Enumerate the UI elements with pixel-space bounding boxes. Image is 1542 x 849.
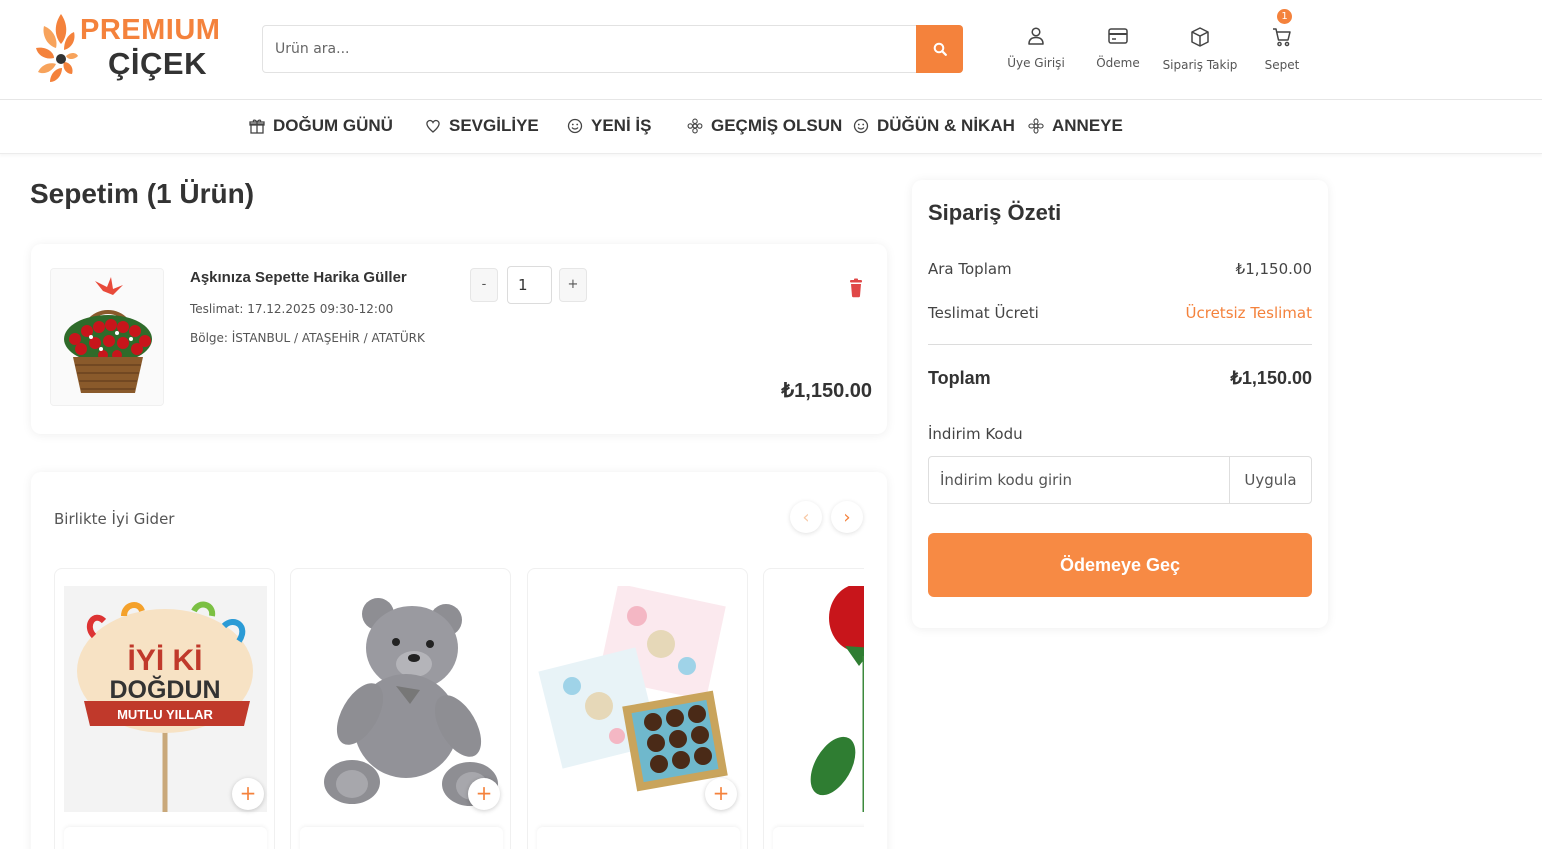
discount-code-input[interactable] bbox=[929, 457, 1231, 503]
quantity-increase-button[interactable]: + bbox=[559, 268, 587, 302]
order-summary-card: Sipariş Özeti Ara Toplam ₺1,150.00 Tesli… bbox=[912, 180, 1328, 628]
user-icon bbox=[1028, 27, 1044, 45]
product-image[interactable]: İYİ Kİ DOĞDUN MUTLU YILLAR bbox=[64, 586, 267, 812]
search-button[interactable] bbox=[916, 25, 963, 73]
flower-icon bbox=[687, 118, 703, 134]
chocolate-box-image bbox=[537, 586, 740, 812]
category-nav: DOĞUM GÜNÜ SEVGİLİYE YENİ İŞ GEÇMİŞ OLSU… bbox=[0, 100, 1542, 154]
nav-label-new-job: YENİ İŞ bbox=[591, 116, 652, 135]
nav-item-mother[interactable]: ANNEYE bbox=[1028, 116, 1123, 136]
product-image[interactable] bbox=[50, 268, 164, 406]
payment-link[interactable]: Ödeme bbox=[1073, 26, 1163, 70]
product-name[interactable]: Aşkınıza Sepette Harika Güller bbox=[190, 269, 407, 286]
search-input[interactable] bbox=[263, 26, 917, 72]
flower-logo-icon bbox=[36, 14, 78, 82]
cart-count-badge: 1 bbox=[1277, 9, 1292, 24]
search-icon bbox=[933, 42, 947, 56]
red-rose-image bbox=[773, 586, 864, 812]
trash-icon bbox=[850, 278, 862, 298]
remove-item-button[interactable] bbox=[847, 278, 865, 302]
shipping-row: Teslimat Ücreti Ücretsiz Teslimat bbox=[928, 304, 1312, 322]
carousel-next-button[interactable]: › bbox=[831, 501, 863, 533]
cart-label: Sepet bbox=[1264, 58, 1300, 72]
site-header: PREMIUM ÇİÇEK Üye Girişi Ödeme S bbox=[0, 0, 1542, 100]
checkout-button[interactable]: Ödemeye Geç bbox=[928, 533, 1312, 597]
logo[interactable]: PREMIUM ÇİÇEK bbox=[34, 10, 234, 86]
nav-label-mother: ANNEYE bbox=[1052, 116, 1123, 135]
nav-item-lover[interactable]: SEVGİLİYE bbox=[425, 116, 539, 136]
topper-line-2: DOĞDUN bbox=[109, 675, 220, 704]
logo-text-cicek: ÇİÇEK bbox=[108, 46, 207, 81]
item-price: ₺1,150.00 bbox=[781, 380, 872, 402]
delivery-info: Teslimat: 17.12.2025 09:30-12:00 bbox=[190, 302, 394, 316]
subtotal-label: Ara Toplam bbox=[928, 260, 1012, 278]
nav-label-birthday: DOĞUM GÜNÜ bbox=[273, 116, 393, 135]
summary-divider bbox=[928, 344, 1312, 345]
discount-code-label: İndirim Kodu bbox=[928, 425, 1023, 443]
login-link[interactable]: Üye Girişi bbox=[991, 26, 1081, 70]
product-image[interactable] bbox=[537, 586, 740, 812]
cart-item-card: Aşkınıza Sepette Harika Güller Teslimat:… bbox=[31, 244, 887, 434]
total-row: Toplam ₺1,150.00 bbox=[928, 368, 1312, 389]
gift-icon bbox=[249, 119, 265, 134]
flower-icon bbox=[1028, 118, 1044, 134]
product-carousel: İYİ Kİ DOĞDUN MUTLU YILLAR + + + bbox=[54, 568, 864, 849]
order-summary-title: Sipariş Özeti bbox=[928, 200, 1062, 225]
nav-item-birthday[interactable]: DOĞUM GÜNÜ bbox=[249, 116, 393, 136]
page-title: Sepetim (1 Ürün) bbox=[30, 178, 255, 209]
nav-label-lover: SEVGİLİYE bbox=[449, 116, 539, 135]
product-info bbox=[537, 827, 740, 849]
total-label: Toplam bbox=[928, 368, 991, 388]
add-to-cart-button[interactable]: + bbox=[468, 778, 500, 810]
apply-discount-button[interactable]: Uygula bbox=[1229, 457, 1311, 503]
shipping-value: Ücretsiz Teslimat bbox=[1185, 304, 1312, 322]
add-to-cart-button[interactable]: + bbox=[705, 778, 737, 810]
recommendations-card: Birlikte İyi Gider ‹ › İYİ Kİ DOĞDUN MUT… bbox=[31, 472, 887, 849]
add-to-cart-button[interactable]: + bbox=[232, 778, 264, 810]
product-card[interactable] bbox=[763, 568, 864, 849]
product-info bbox=[64, 827, 267, 849]
product-image[interactable] bbox=[773, 586, 864, 812]
carousel-prev-button[interactable]: ‹ bbox=[790, 501, 822, 533]
product-card[interactable]: + bbox=[290, 568, 511, 849]
payment-label: Ödeme bbox=[1096, 56, 1140, 70]
nav-label-wedding: DÜĞÜN & NİKAH bbox=[877, 116, 1015, 135]
nav-item-wedding[interactable]: DÜĞÜN & NİKAH bbox=[853, 116, 1015, 136]
nav-item-new-job[interactable]: YENİ İŞ bbox=[567, 116, 651, 136]
heart-icon bbox=[426, 119, 440, 133]
search-bar bbox=[262, 25, 963, 73]
birthday-topper-image: İYİ Kİ DOĞDUN MUTLU YILLAR bbox=[64, 586, 267, 812]
cart-link[interactable]: Sepet bbox=[1237, 26, 1327, 72]
product-card[interactable]: İYİ Kİ DOĞDUN MUTLU YILLAR + bbox=[54, 568, 275, 849]
product-image[interactable] bbox=[300, 586, 503, 812]
product-info bbox=[773, 827, 864, 849]
box-icon bbox=[1191, 27, 1209, 47]
subtotal-value: ₺1,150.00 bbox=[1235, 260, 1312, 278]
topper-line-3: MUTLU YILLAR bbox=[117, 707, 213, 722]
nav-item-get-well[interactable]: GEÇMİŞ OLSUN bbox=[687, 116, 842, 136]
shipping-label: Teslimat Ücreti bbox=[928, 304, 1039, 322]
topper-line-1: İYİ Kİ bbox=[127, 644, 202, 677]
order-tracking-link[interactable]: Sipariş Takip bbox=[1155, 26, 1245, 72]
smile-icon bbox=[567, 118, 583, 134]
recommendations-title: Birlikte İyi Gider bbox=[54, 510, 175, 528]
quantity-decrease-button[interactable]: - bbox=[470, 268, 498, 302]
rose-basket-image bbox=[51, 269, 163, 405]
nav-label-get-well: GEÇMİŞ OLSUN bbox=[711, 116, 843, 135]
teddy-bear-image bbox=[300, 586, 503, 812]
discount-code-group: Uygula bbox=[928, 456, 1312, 504]
region-info: Bölge: İSTANBUL / ATAŞEHİR / ATATÜRK bbox=[190, 331, 425, 345]
subtotal-row: Ara Toplam ₺1,150.00 bbox=[928, 260, 1312, 278]
login-label: Üye Girişi bbox=[1007, 56, 1065, 70]
product-info bbox=[300, 827, 503, 849]
order-tracking-label: Sipariş Takip bbox=[1162, 58, 1238, 72]
total-value: ₺1,150.00 bbox=[1230, 368, 1312, 388]
quantity-input[interactable]: 1 bbox=[507, 266, 552, 304]
logo-text-premium: PREMIUM bbox=[80, 14, 221, 46]
smile-icon bbox=[853, 118, 869, 134]
cart-icon bbox=[1273, 28, 1291, 47]
credit-card-icon bbox=[1108, 28, 1128, 44]
product-card[interactable]: + bbox=[527, 568, 748, 849]
